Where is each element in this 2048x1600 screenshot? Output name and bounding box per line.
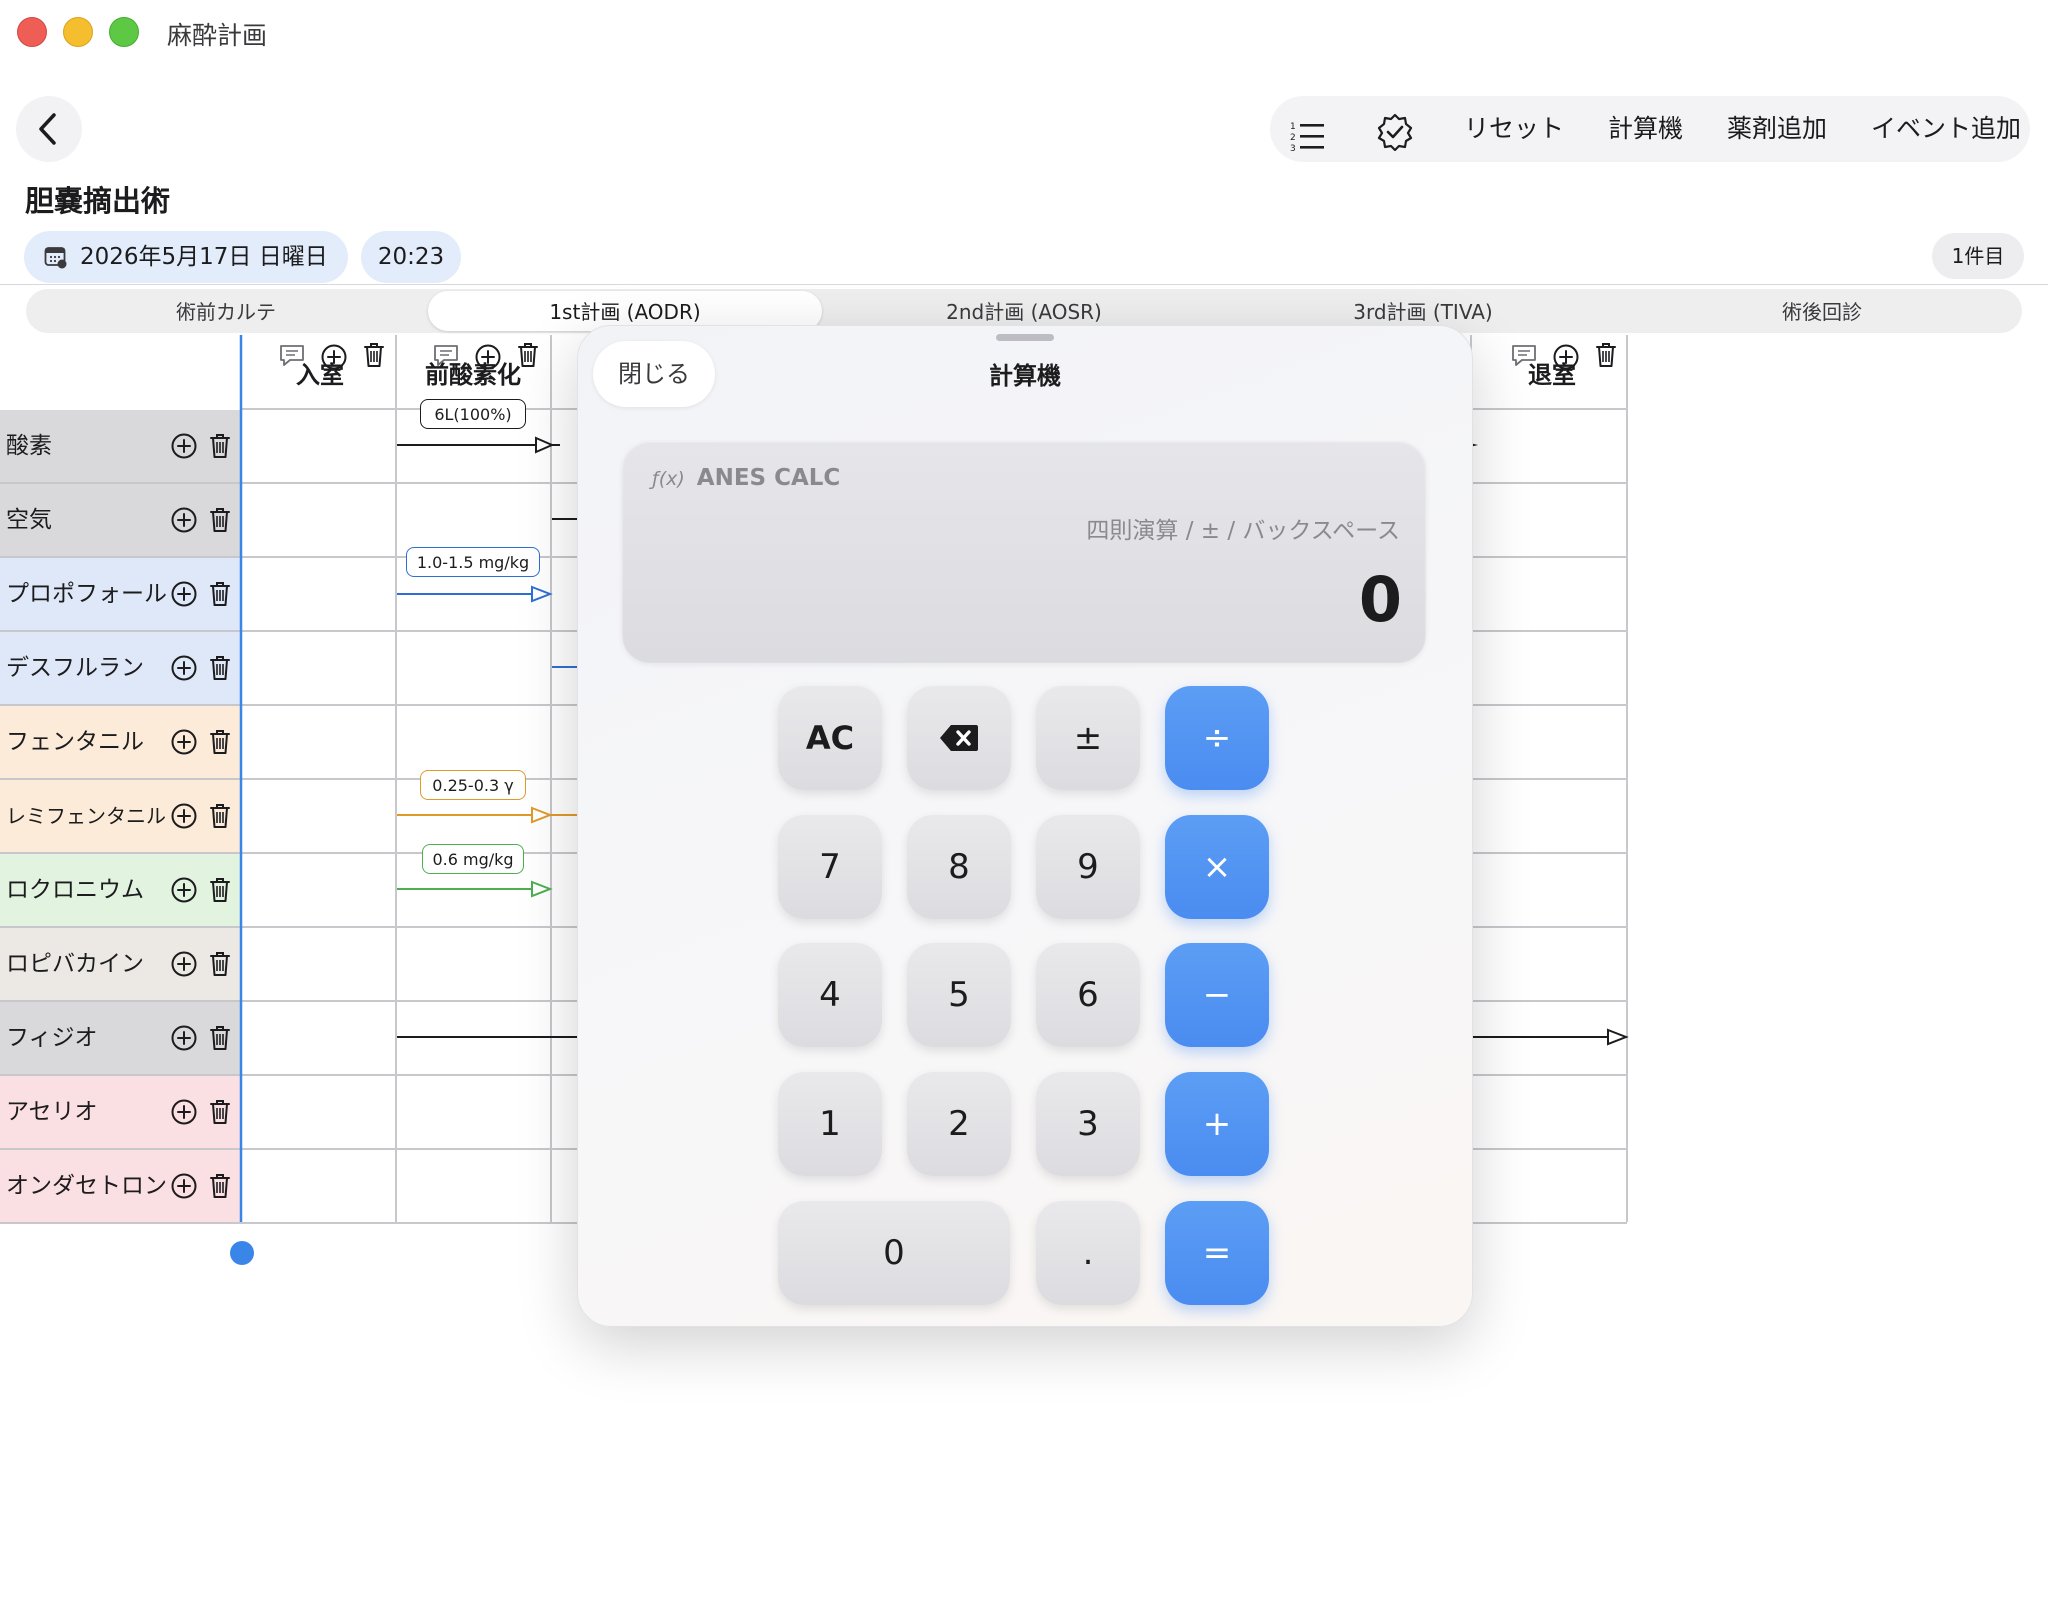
key-equals[interactable]: = [1165, 1201, 1269, 1305]
calculator-hint: 四則演算 / ± / バックスペース [1086, 518, 1400, 544]
key-4[interactable]: 4 [778, 943, 882, 1047]
function-icon: ƒ(x) [652, 468, 685, 490]
remifentanil-arrow [397, 806, 580, 824]
key-decimal[interactable]: . [1036, 1201, 1140, 1305]
key-8[interactable]: 8 [907, 815, 1011, 919]
calculator-sheet: 閉じる 計算機 ƒ(x) ANES CALC 四則演算 / ± / バックスペース… [577, 325, 1473, 1327]
key-6[interactable]: 6 [1036, 943, 1140, 1047]
key-all-clear[interactable]: AC [778, 686, 882, 790]
calculator-brand-text: ANES CALC [696, 465, 841, 491]
calculator-value: 0 [1358, 563, 1402, 636]
key-backspace[interactable] [907, 686, 1011, 790]
key-9[interactable]: 9 [1036, 815, 1140, 919]
backspace-icon [940, 725, 978, 751]
key-plus[interactable]: + [1165, 1072, 1269, 1176]
oxygen-arrow [397, 436, 560, 454]
key-5[interactable]: 5 [907, 943, 1011, 1047]
calculator-brand: ƒ(x) ANES CALC [652, 465, 840, 491]
key-minus[interactable]: − [1165, 943, 1269, 1047]
propofol-arrow [397, 585, 553, 603]
key-plus-minus[interactable]: ± [1036, 686, 1140, 790]
sheet-drag-handle[interactable] [996, 334, 1054, 341]
key-1[interactable]: 1 [778, 1072, 882, 1176]
key-multiply[interactable]: × [1165, 815, 1269, 919]
key-0[interactable]: 0 [778, 1201, 1010, 1305]
calculator-display: ƒ(x) ANES CALC 四則演算 / ± / バックスペース 0 [622, 441, 1426, 663]
key-2[interactable]: 2 [907, 1072, 1011, 1176]
key-7[interactable]: 7 [778, 815, 882, 919]
current-time-handle [230, 1241, 254, 1265]
calculator-title: 計算機 [989, 362, 1061, 390]
key-divide[interactable]: ÷ [1165, 686, 1269, 790]
rocuronium-arrow [397, 880, 553, 898]
key-3[interactable]: 3 [1036, 1072, 1140, 1176]
